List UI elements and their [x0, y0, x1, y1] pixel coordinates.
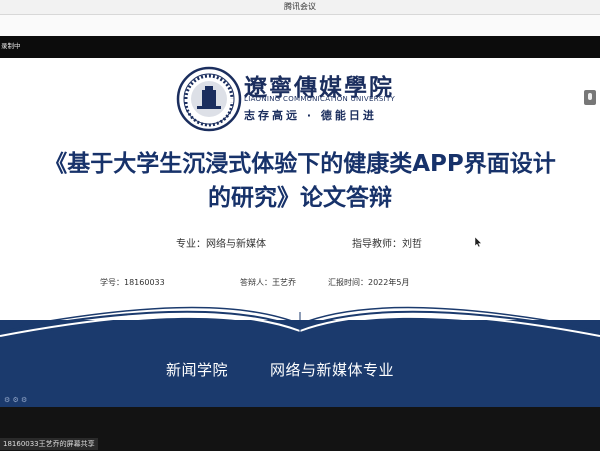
program-name: 网络与新媒体专业: [270, 361, 395, 379]
slide-title-line2: 的研究》论文答辩: [208, 185, 392, 211]
slide-watermark-icon: ⚙ ⚙ ⚙: [4, 396, 28, 404]
window-titlebar: 腾讯会议: [0, 0, 600, 15]
screen-share-label: 18160033王艺乔的屏幕共享: [0, 438, 98, 450]
major-label: 专业：网络与新媒体: [176, 239, 266, 250]
recording-bar: 录制中: [0, 36, 600, 58]
microphone-icon[interactable]: [584, 90, 596, 105]
shared-slide: 遼寧傳媒學院 LIAONING COMMUNICATION UNIVERSITY…: [0, 58, 600, 407]
meeting-toolbar: [0, 15, 600, 36]
window-title: 腾讯会议: [284, 2, 316, 11]
mouse-cursor-icon: [475, 237, 482, 247]
slide-title-line1: 《基于大学生沉浸式体验下的健康类APP界面设计: [44, 151, 556, 177]
recording-status: 录制中: [1, 42, 21, 50]
university-name-en: LIAONING COMMUNICATION UNIVERSITY: [244, 95, 396, 103]
college-name: 新闻学院: [166, 361, 229, 379]
university-motto: 志存高远 · 德能日进: [244, 109, 377, 122]
open-book-decoration: [0, 306, 600, 350]
advisor-label: 指导教师：刘哲: [352, 239, 422, 250]
university-emblem-icon: [176, 66, 242, 132]
